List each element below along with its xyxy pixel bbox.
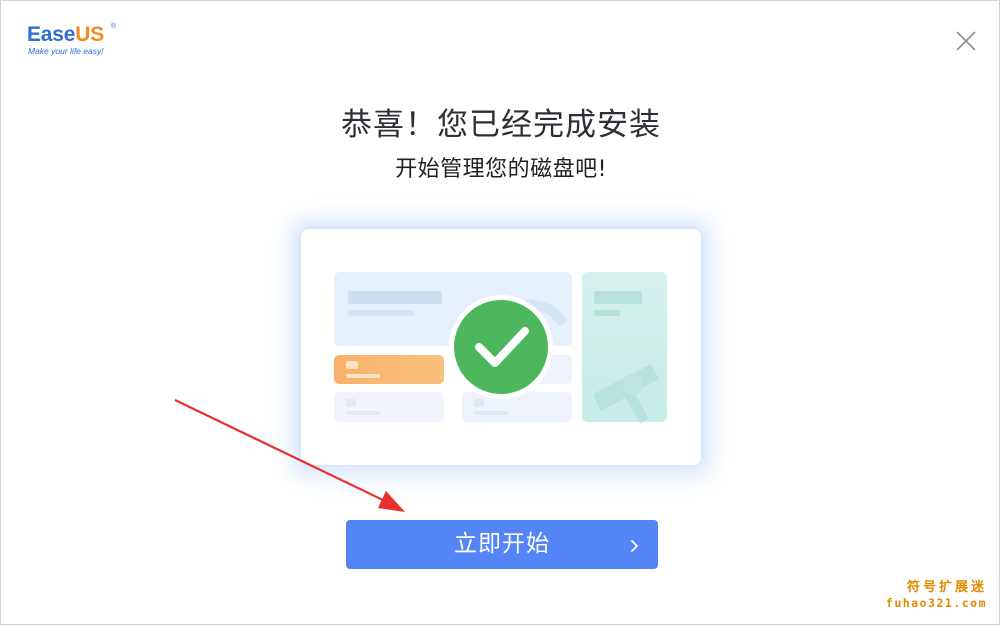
watermark-url: fuhao321.com <box>885 596 987 610</box>
watermark: 符号扩展迷 fuhao321.com <box>886 580 987 610</box>
start-now-button[interactable]: 立即开始 <box>346 520 658 569</box>
start-now-label: 立即开始 <box>454 531 550 557</box>
installer-window: EaseUS ® Make your life easy! 恭喜！您已经完成安装… <box>0 0 1000 625</box>
watermark-name: 符号扩展迷 <box>906 580 987 595</box>
chevron-right-icon <box>631 540 638 552</box>
